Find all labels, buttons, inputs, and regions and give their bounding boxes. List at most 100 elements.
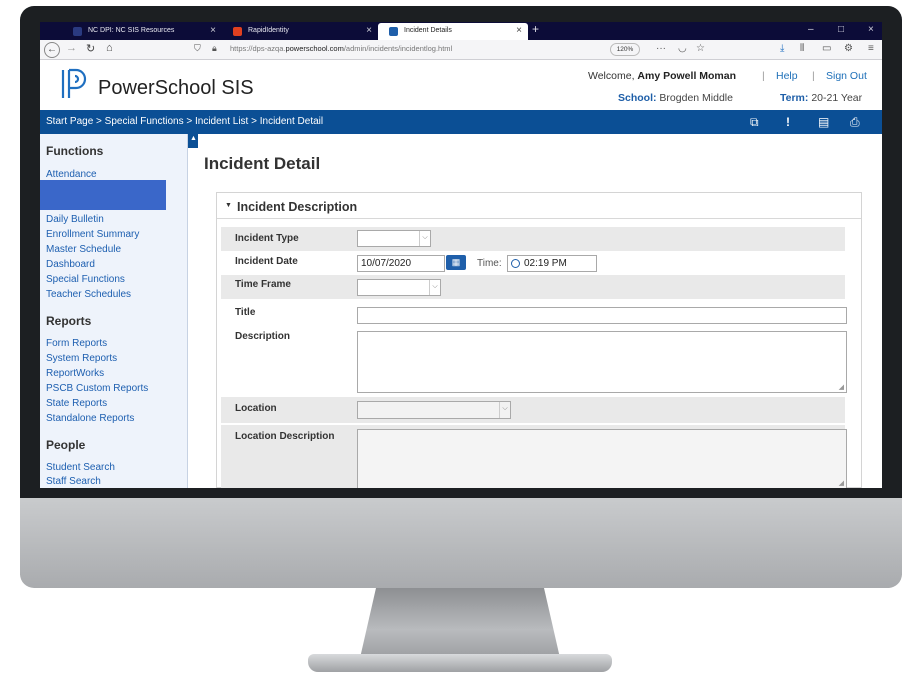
home-icon[interactable]: ⌂ [106,42,113,54]
location-description-row: Location Description ◢ [221,425,847,488]
browser-tab-nc-dpi[interactable]: NC DPI: NC SIS Resources × [62,23,222,40]
welcome-text: Welcome, Amy Powell Moman [588,70,737,82]
nc-dpi-favicon-icon [73,27,82,36]
close-tab-icon[interactable]: × [366,25,372,36]
sidebar-collapse-toggle[interactable]: ▲ [188,134,198,148]
back-icon[interactable]: ← [44,42,60,58]
incident-type-select[interactable]: ⌵ [357,230,431,247]
collapse-arrow-icon: ▲ [190,135,197,142]
url-bar[interactable]: ⛉ 🔒︎ https://dps-azqa.powerschool.com/ad… [190,43,712,57]
page-actions-icon[interactable]: ··· [656,43,666,54]
close-tab-icon[interactable]: × [210,25,216,36]
monitor-chin [20,498,902,588]
forward-icon[interactable]: → [66,42,77,54]
calendar-icon[interactable]: ▦ [446,255,466,270]
sidebar-item-dashboard[interactable]: Dashboard [46,259,95,270]
browser-tab-bar: NC DPI: NC SIS Resources × RapidIdentity… [40,22,882,40]
sidebar-item-attendance[interactable]: Attendance [46,169,97,180]
sign-out-link[interactable]: Sign Out [826,70,867,82]
time-frame-label: Time Frame [235,279,291,290]
open-in-new-window-icon[interactable]: ⧉ [750,115,759,130]
document-icon[interactable]: ▤ [818,115,829,129]
sidebar-item-standalone-reports[interactable]: Standalone Reports [46,413,134,424]
browser-tab-rapididentity[interactable]: RapidIdentity × [222,23,378,40]
location-description-textarea[interactable]: ◢ [357,429,847,488]
window-close-icon[interactable]: × [868,24,874,35]
chevron-down-icon: ⌵ [419,231,430,246]
url-text: https://dps-azqa.powerschool.com/admin/i… [230,44,453,53]
lock-icon: 🔒︎ [212,43,217,53]
incident-date-label: Incident Date [235,256,298,267]
resize-handle-icon[interactable]: ◢ [839,479,844,487]
tracking-shield-icon[interactable]: ⛉ [194,43,201,54]
title-input[interactable] [357,307,847,324]
term-indicator[interactable]: Term: 20-21 Year [780,92,862,104]
reload-icon[interactable]: ↻ [86,42,95,55]
rapididentity-favicon-icon [233,27,242,36]
sidebar-item-staff-search[interactable]: Staff Search [46,476,101,487]
incident-date-input[interactable]: 10/07/2020 [357,255,445,272]
monitor-base [308,654,612,672]
powerschool-logo-icon [61,68,87,98]
description-textarea[interactable]: ◢ [357,331,847,393]
powerschool-favicon-icon [389,27,398,36]
sidebar-item-special-functions[interactable]: Special Functions [46,274,125,285]
bookmark-star-icon[interactable]: ☆ [696,43,705,54]
time-frame-row: Time Frame ⌵ [221,275,845,299]
alert-icon[interactable]: ! [786,115,790,129]
browser-tab-incident-details[interactable]: Incident Details × [378,23,528,40]
user-name: Amy Powell Moman [637,70,737,82]
sidebar-heading-reports: Reports [46,314,92,328]
location-select[interactable]: ⌵ [357,401,511,419]
redacted-block [40,180,166,210]
sidebar-navigation: Functions Attendance Daily Bulletin Enro… [40,134,188,488]
screen: NC DPI: NC SIS Resources × RapidIdentity… [40,22,882,488]
sidebar-item-master-schedule[interactable]: Master Schedule [46,244,121,255]
minimize-icon[interactable]: – [808,24,814,35]
extensions-icon[interactable]: ⚙ [844,43,853,54]
title-row: Title [221,303,847,327]
sidebar-item-teacher-schedules[interactable]: Teacher Schedules [46,289,131,300]
page-title: Incident Detail [204,154,321,173]
sidebar-heading-functions: Functions [46,144,104,158]
incident-type-row: Incident Type ⌵ [221,227,845,251]
description-label: Description [235,331,291,342]
browser-toolbar: ← → ↻ ⌂ ⛉ 🔒︎ https://dps-azqa.powerschoo… [40,40,882,60]
sidebar-item-student-search[interactable]: Student Search [46,462,115,473]
help-link[interactable]: Help [776,70,798,82]
maximize-icon[interactable]: □ [838,24,844,35]
sidebar-item-pscb-custom-reports[interactable]: PSCB Custom Reports [46,383,148,394]
zoom-level-badge[interactable]: 120% [610,43,640,56]
sidebar-item-daily-bulletin[interactable]: Daily Bulletin [46,214,104,225]
sidebar-item-reportworks[interactable]: ReportWorks [46,368,104,379]
breadcrumb[interactable]: Start Page > Special Functions > Inciden… [46,116,323,127]
library-icon[interactable]: ⫴ [800,43,804,54]
close-tab-icon[interactable]: × [516,25,522,36]
sidebar-item-system-reports[interactable]: System Reports [46,353,117,364]
new-tab-icon[interactable]: + [532,22,539,36]
sidebar-item-form-reports[interactable]: Form Reports [46,338,107,349]
pocket-icon[interactable]: ◡ [678,43,687,54]
sidebar-toggle-icon[interactable]: ▭ [822,43,831,54]
chevron-down-icon: ⌵ [429,280,440,295]
sidebar-item-state-reports[interactable]: State Reports [46,398,107,409]
sidebar-item-enrollment-summary[interactable]: Enrollment Summary [46,229,139,240]
resize-handle-icon[interactable]: ◢ [839,383,844,391]
time-frame-select[interactable]: ⌵ [357,279,441,296]
monitor-stand [360,588,560,658]
school-indicator[interactable]: School: Brogden Middle [618,92,733,104]
section-header[interactable]: ▼ Incident Description [217,193,861,219]
time-label: Time: [477,258,502,269]
downloads-icon[interactable]: ⤓ [780,43,784,54]
incident-date-row: Incident Date 10/07/2020 ▦ Time: 02:19 P… [221,251,845,275]
location-row: Location ⌵ [221,397,845,423]
print-icon[interactable]: ⎙ [850,115,860,130]
app-header: PowerSchool SIS Welcome, Amy Powell Moma… [40,60,882,110]
sidebar-heading-people: People [46,438,86,452]
incident-time-input[interactable]: 02:19 PM [507,255,597,272]
incident-type-label: Incident Type [235,233,299,244]
menu-icon[interactable]: ≡ [868,43,874,54]
title-label: Title [235,307,256,318]
location-description-label: Location Description [235,431,335,442]
expand-caret-icon[interactable]: ▼ [225,202,232,209]
